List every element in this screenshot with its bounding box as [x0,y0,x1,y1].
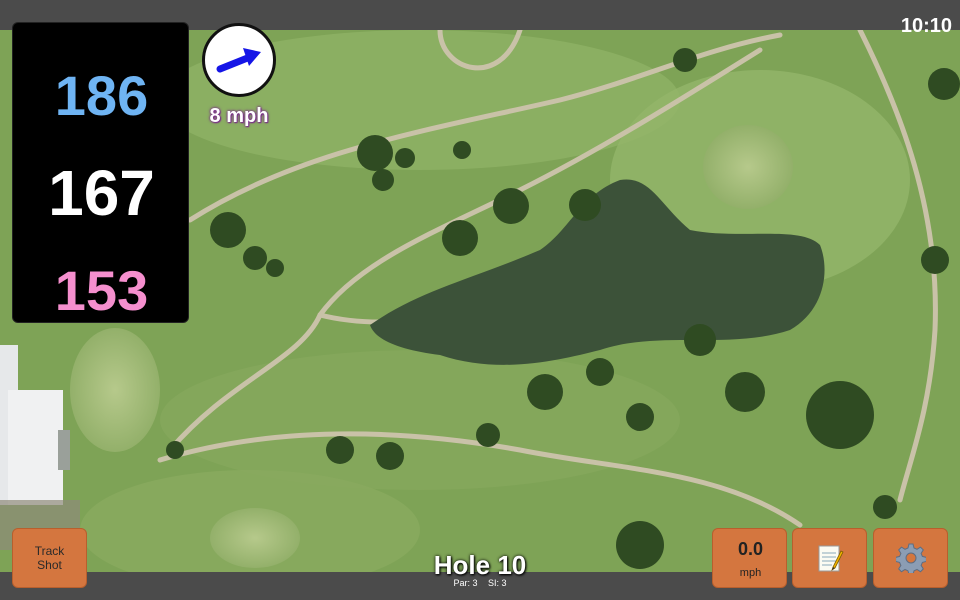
track-shot-label-line2: Shot [37,558,62,572]
hole-par: Par: 3 [453,578,478,588]
wind-adjust-button[interactable]: 0.0 mph [712,528,787,588]
track-shot-button[interactable]: Track Shot [12,528,87,588]
settings-button[interactable] [873,528,948,588]
wind-direction-arrow-icon [216,48,261,73]
back-of-green-distance: 186 [54,64,149,127]
gear-icon [896,543,926,573]
clock: 10:10 [900,15,952,37]
wind-indicator [202,23,276,97]
hole-info: Par: 3 SI: 3 [380,578,580,588]
hole-title: Hole 10 [433,550,527,580]
track-shot-label-line1: Track [34,544,65,558]
wind-unit: mph [739,567,762,579]
distance-panel: 186 167 153 [12,22,189,323]
notepad-icon [818,545,844,572]
wind-speed-label: 8 mph [209,105,269,127]
front-of-green-distance: 153 [54,259,149,322]
hole-stroke-index: SI: 3 [488,578,507,588]
wind-value: 0.0 [737,539,764,559]
center-of-green-distance: 167 [48,157,155,229]
notes-button[interactable] [792,528,867,588]
